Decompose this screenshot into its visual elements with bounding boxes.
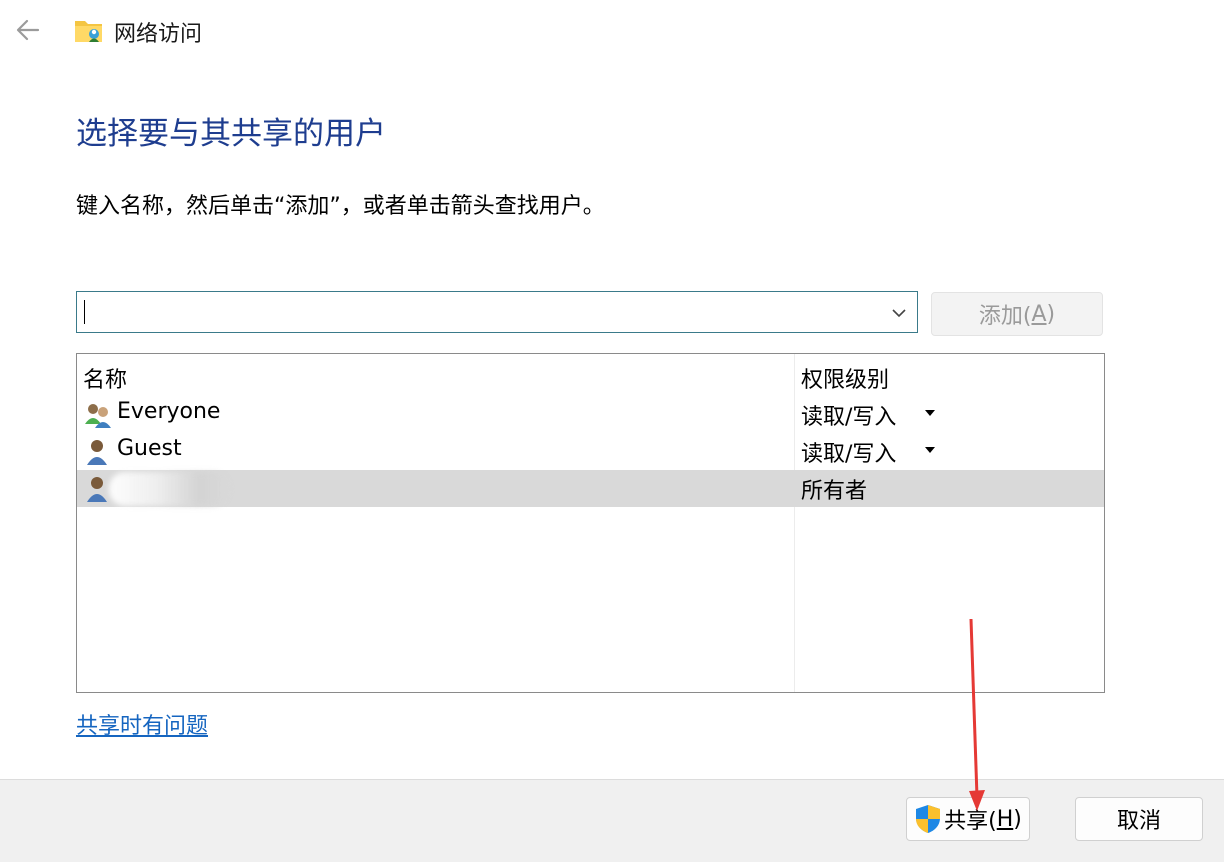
add-button-label: 添加(	[978, 304, 1032, 329]
permission-level: 所有者	[801, 479, 868, 504]
user-group-icon	[85, 404, 111, 428]
add-button[interactable]: 添加(A)	[931, 292, 1103, 336]
back-button[interactable]	[12, 14, 44, 46]
add-button-mnemonic: A	[1031, 301, 1047, 327]
dropdown-arrow-icon[interactable]	[925, 447, 935, 453]
text-caret	[84, 300, 85, 324]
title-bar: 网络访问	[0, 0, 1224, 60]
list-item[interactable]: Guest 读取/写入	[77, 433, 1104, 470]
permission-level[interactable]: 读取/写入	[801, 436, 896, 468]
chevron-down-icon[interactable]	[889, 303, 909, 323]
user-name-input[interactable]	[83, 296, 877, 330]
instruction-text: 键入名称，然后单击“添加”，或者单击箭头查找用户。	[76, 194, 605, 219]
user-icon	[87, 440, 107, 465]
window-title: 网络访问	[114, 22, 203, 47]
network-folder-icon	[75, 21, 102, 42]
add-button-label-end: )	[1046, 301, 1056, 327]
cancel-button-label: 取消	[1116, 809, 1161, 834]
shared-users-list[interactable]: 名称 权限级别 Everyone 读取/写入 Guest 读取/写入 所有者	[76, 353, 1105, 693]
page-heading: 选择要与其共享的用户	[76, 116, 386, 152]
share-button-label-end: )	[1013, 806, 1022, 832]
user-name: Everyone	[117, 399, 221, 424]
user-name-combobox[interactable]	[76, 291, 918, 333]
cancel-button[interactable]: 取消	[1075, 797, 1203, 841]
list-item[interactable]: Everyone 读取/写入	[77, 396, 1104, 433]
uac-shield-icon	[916, 805, 941, 833]
dialog-footer	[0, 779, 1224, 862]
list-item[interactable]: 所有者	[77, 470, 1104, 507]
sharing-help-link[interactable]: 共享时有问题	[76, 708, 208, 740]
share-button-mnemonic: H	[996, 806, 1014, 832]
dropdown-arrow-icon[interactable]	[925, 410, 935, 416]
permission-level[interactable]: 读取/写入	[801, 399, 896, 431]
share-button-label: 共享(	[944, 809, 997, 834]
redacted-user-name	[109, 472, 229, 506]
column-header-name[interactable]: 名称	[83, 362, 127, 394]
back-arrow-icon	[16, 19, 40, 41]
share-button[interactable]: 共享(H)	[906, 797, 1030, 841]
user-name: Guest	[117, 436, 182, 461]
column-header-permission[interactable]: 权限级别	[801, 362, 889, 394]
